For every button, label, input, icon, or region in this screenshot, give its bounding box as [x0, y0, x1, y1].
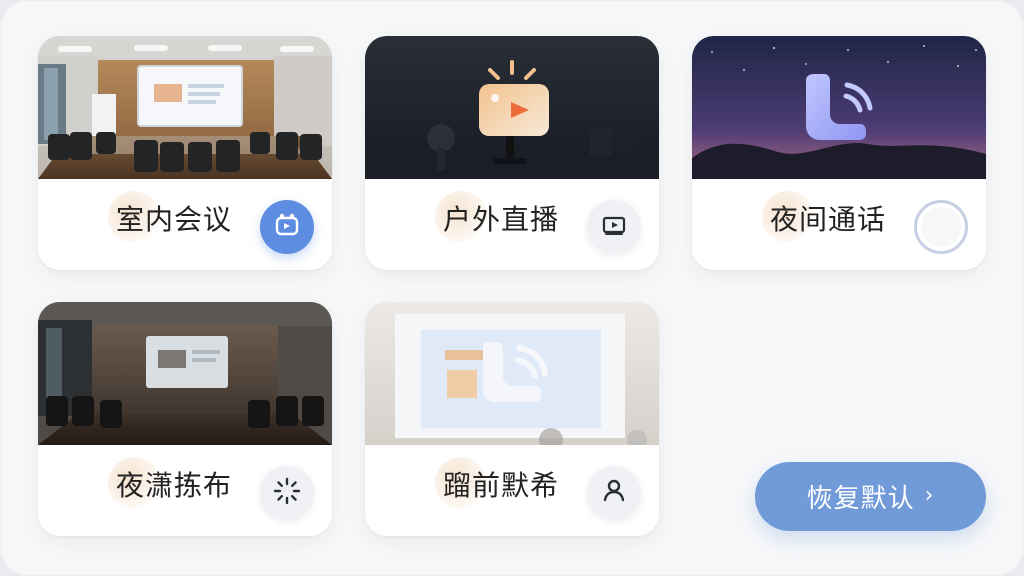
indoor-meeting-action-button[interactable] — [260, 200, 314, 254]
scene-thumbnail-outdoor-live — [365, 36, 659, 179]
reset-default-label: 恢复默认 — [806, 484, 915, 514]
scene-label-wrap: 夜潇拣布 — [108, 455, 232, 513]
indoor-meeting-icon — [273, 211, 301, 243]
scene-label-projector: 蹓前默希 — [443, 469, 560, 502]
scene-label-wrap: 夜间通话 — [762, 189, 886, 247]
reset-default-button[interactable]: 恢复默认 › — [755, 462, 986, 531]
scene-thumbnail-night-layout — [38, 302, 332, 445]
user-icon — [600, 477, 628, 509]
night-layout-loading-button[interactable] — [260, 466, 314, 520]
night-call-select-button[interactable] — [914, 200, 968, 254]
scene-picker-panel: 室内会议 户外直播 夜间通话 夜潇拣布 蹓前默希 恢复默认 › — [0, 0, 1024, 576]
scene-label-indoor-meeting: 室内会议 — [116, 203, 233, 236]
outdoor-live-action-button[interactable] — [587, 200, 641, 254]
scene-card-night-layout[interactable]: 夜潇拣布 — [38, 302, 332, 536]
scene-label-night-layout: 夜潇拣布 — [116, 469, 233, 502]
chevron-right-icon: › — [924, 483, 935, 508]
projector-user-button[interactable] — [587, 466, 641, 520]
scene-label-wrap: 户外直播 — [435, 189, 559, 247]
scene-label-night-call: 夜间通话 — [770, 203, 887, 236]
scene-label-outdoor-live: 户外直播 — [443, 203, 560, 236]
scene-card-outdoor-live[interactable]: 户外直播 — [365, 36, 659, 270]
scene-label-wrap: 蹓前默希 — [435, 455, 559, 513]
video-play-icon — [600, 211, 628, 243]
scene-card-indoor-meeting[interactable]: 室内会议 — [38, 36, 332, 270]
loading-spinner-icon — [272, 476, 302, 510]
scene-thumbnail-projector — [365, 302, 659, 445]
scene-thumbnail-night-call — [692, 36, 986, 179]
scene-label-wrap: 室内会议 — [108, 189, 232, 247]
scene-card-projector[interactable]: 蹓前默希 — [365, 302, 659, 536]
scene-card-night-call[interactable]: 夜间通话 — [692, 36, 986, 270]
scene-thumbnail-indoor-meeting — [38, 36, 332, 179]
